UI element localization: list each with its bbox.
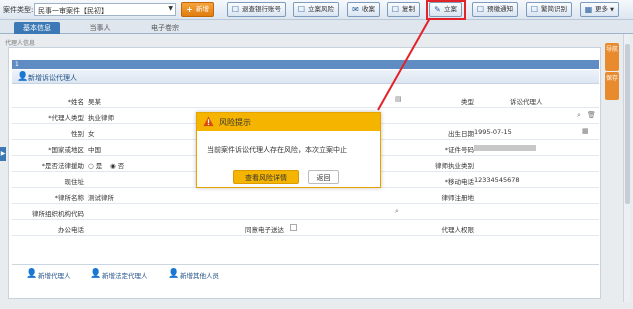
query-bank-account-button[interactable]: ☐ 退查银行账号	[227, 2, 286, 17]
identify-icon: ☐	[530, 5, 539, 14]
copy-button[interactable]: ☐ 复制	[387, 2, 420, 17]
mobile-field[interactable]: 12334545678	[474, 176, 520, 184]
chevron-down-icon: ▼	[168, 5, 173, 12]
legal-aid-label: *是否法律援助	[41, 162, 84, 170]
gender-select[interactable]: 女	[88, 128, 95, 138]
tab-basic-info[interactable]: 基本信息	[14, 22, 60, 34]
office-phone-label: 办公电话	[58, 226, 84, 234]
scrollbar[interactable]	[623, 34, 630, 302]
collapse-handle[interactable]: ▶	[0, 147, 6, 161]
gender-label: 性别	[71, 130, 84, 138]
add-button[interactable]: + 新增	[181, 2, 214, 17]
back-button[interactable]: 返回	[308, 170, 339, 184]
copy-icon: ☐	[391, 5, 400, 14]
warning-icon	[203, 116, 214, 127]
firm-name-field[interactable]: 测试律所	[88, 192, 114, 202]
tab-e-files[interactable]: 电子卷宗	[140, 22, 190, 34]
firm-registration-label: 律师注册地	[441, 194, 475, 202]
form-row: 办公电话 同意电子送达 代理人权限	[12, 220, 599, 236]
proxy-authority-label: 代理人权限	[441, 226, 475, 234]
country-select[interactable]: 中国	[88, 144, 101, 154]
nav-side-button[interactable]: 导航	[605, 43, 619, 71]
add-other-person-button[interactable]: 👤 新增其他人员	[168, 269, 219, 280]
save-side-button[interactable]: 保存	[605, 72, 619, 100]
query-icon: ☐	[231, 5, 240, 14]
user-add-icon: 👤	[26, 269, 38, 279]
type-field[interactable]: 诉讼代理人	[510, 96, 543, 106]
toolbar: 案件类型: 民事一审案件【民初】 ▼ + 新增 ☐ 退查银行账号 ☐ 立案风险 …	[0, 0, 633, 20]
form-row: *姓名 吴某 ▤ 类型 诉讼代理人	[12, 92, 599, 108]
receive-icon: ✉	[352, 5, 359, 14]
view-risk-details-button[interactable]: 查看风险详情	[233, 170, 299, 184]
firm-name-label: *律所名称	[54, 194, 84, 202]
tab-parties[interactable]: 当事人	[80, 22, 120, 34]
search-icon[interactable]: ⌕	[577, 111, 581, 120]
e-service-checkbox[interactable]	[290, 224, 297, 231]
address-label: 现住址	[64, 178, 85, 186]
dialog-title: 风险提示	[219, 118, 251, 127]
agent-type-label: *代理人类型	[48, 114, 84, 122]
delete-icon[interactable]: 🗑	[587, 111, 596, 119]
dialog-message: 当前案件诉讼代理人存在风险，本次立案中止	[207, 146, 347, 154]
name-field[interactable]: 吴某	[88, 96, 101, 106]
more-button[interactable]: ▦ 更多 ▼	[580, 2, 619, 17]
section-title: 新增诉讼代理人	[28, 74, 77, 82]
agent-type-select[interactable]: 执业律师	[88, 112, 114, 122]
license-type-label: 律师执业类别	[435, 162, 474, 170]
mobile-label: *移动电话	[444, 178, 474, 186]
section-header: 👤 新增诉讼代理人	[12, 70, 599, 84]
risk-icon: ☐	[297, 5, 306, 14]
case-type-label: 案件类型:	[3, 6, 34, 14]
prepayment-notice-button[interactable]: ☐ 预缴通知	[472, 2, 518, 17]
legal-aid-no-radio[interactable]: ◉ 否	[110, 160, 124, 170]
filing-risk-button[interactable]: ☐ 立案风险	[293, 2, 339, 17]
receive-case-button[interactable]: ✉ 收案	[347, 2, 380, 17]
chevron-down-icon: ▼	[610, 7, 614, 13]
add-legal-agent-button[interactable]: 👤 新增法定代理人	[90, 269, 148, 280]
breadcrumb: 代理人信息	[5, 40, 36, 47]
case-type-select[interactable]: 民事一审案件【民初】 ▼	[34, 3, 176, 16]
complexity-identify-button[interactable]: ☐ 繁简识别	[526, 2, 572, 17]
id-number-label: *证件号码	[444, 146, 474, 154]
firm-org-code-label: 律所组织机构代码	[32, 210, 84, 218]
risk-warning-dialog: 风险提示 当前案件诉讼代理人存在风险，本次立案中止 查看风险详情 返回	[196, 112, 381, 188]
add-agent-button[interactable]: 👤 新增代理人	[26, 269, 71, 280]
notice-icon: ☐	[476, 5, 485, 14]
type-label: 类型	[461, 98, 474, 106]
birth-date-field[interactable]: 1995-07-15	[474, 128, 512, 136]
country-label: *国家或地区	[48, 146, 84, 154]
birth-date-label: 出生日期	[448, 130, 474, 138]
user-add-icon: 👤	[17, 72, 29, 82]
scroll-thumb[interactable]	[625, 44, 630, 204]
legal-aid-yes-radio[interactable]: ○ 是	[88, 160, 102, 170]
dialog-header: 风险提示	[197, 113, 380, 131]
plus-icon: +	[186, 5, 193, 14]
card-icon[interactable]: ▤	[395, 95, 402, 103]
search-icon[interactable]: ⌕	[395, 207, 399, 216]
bottom-actions: 👤 新增代理人 👤 新增法定代理人 👤 新增其他人员	[12, 264, 599, 284]
name-label: *姓名	[67, 98, 84, 106]
highlight-file-case	[426, 0, 466, 20]
calendar-icon[interactable]: ▦	[582, 127, 589, 135]
e-service-label: 同意电子送达	[245, 226, 284, 234]
section-number: 1	[12, 60, 599, 69]
id-number-field-redacted[interactable]	[474, 145, 536, 151]
tab-bar: 基本信息 当事人 电子卷宗	[0, 20, 633, 34]
user-add-icon: 👤	[90, 269, 102, 279]
form-row: 律所组织机构代码 ⌕	[12, 204, 599, 220]
user-add-icon: 👤	[168, 269, 180, 279]
form-row: *律所名称 测试律所 律师注册地	[12, 188, 599, 204]
grid-icon: ▦	[584, 5, 593, 14]
